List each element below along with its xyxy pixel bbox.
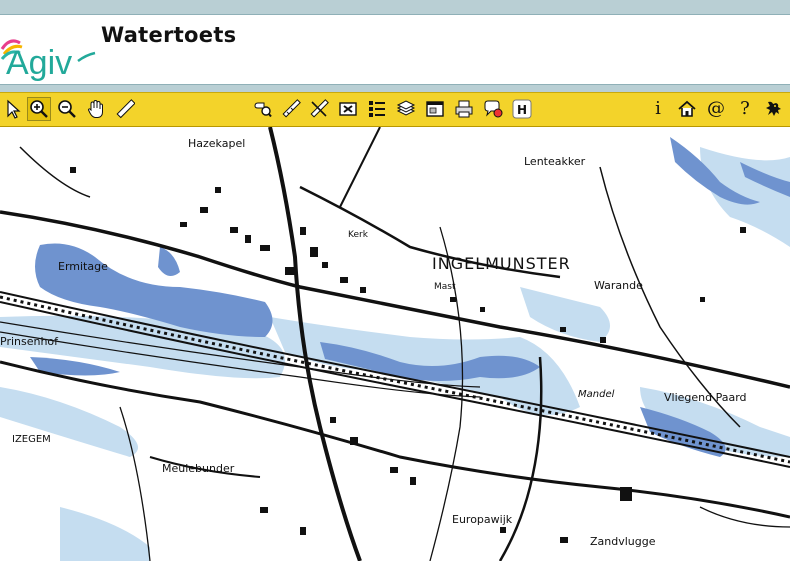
contact-icon[interactable]: @ xyxy=(704,97,728,121)
close-box-icon[interactable] xyxy=(336,97,360,121)
label-warande: Warande xyxy=(594,279,643,292)
app-title: Watertoets xyxy=(101,23,237,47)
label-meulebunder: Meulebunder xyxy=(162,462,235,475)
top-frame-band xyxy=(0,0,790,15)
agiv-logo[interactable]: Agiv xyxy=(0,27,100,87)
pan-hand-icon[interactable] xyxy=(84,97,108,121)
home-icon[interactable] xyxy=(675,97,699,121)
info-glyph: i xyxy=(655,98,661,119)
help-icon[interactable]: ? xyxy=(733,97,757,121)
label-ermitage: Ermitage xyxy=(58,260,108,273)
measure-line-icon[interactable] xyxy=(279,97,303,121)
info-icon[interactable]: i xyxy=(646,97,670,121)
measure-ruler-icon[interactable] xyxy=(113,97,137,121)
label-zandvlugge: Zandvlugge xyxy=(590,535,656,548)
svg-text:H: H xyxy=(517,103,527,117)
zoom-out-icon[interactable] xyxy=(55,97,79,121)
layers-icon[interactable] xyxy=(394,97,418,121)
app-header: Agiv Watertoets xyxy=(0,15,790,84)
label-prinsenhof: Prinsenhof xyxy=(0,335,59,348)
flood-zone-light xyxy=(0,147,790,561)
label-mandel: Mandel xyxy=(578,389,615,400)
contact-glyph: @ xyxy=(707,98,725,119)
label-lenteakker: Lenteakker xyxy=(524,155,586,168)
label-europawijk: Europawijk xyxy=(452,513,513,526)
map-tips-icon[interactable] xyxy=(481,97,505,121)
legend-icon[interactable] xyxy=(365,97,389,121)
label-ingelmunster: INGELMUNSTER xyxy=(432,254,571,273)
h-toggle-icon[interactable]: H xyxy=(510,97,534,121)
label-kerk: Kerk xyxy=(348,230,369,240)
label-hazekapel: Hazekapel xyxy=(188,137,245,150)
help-glyph: ? xyxy=(740,98,750,119)
print-icon[interactable] xyxy=(452,97,476,121)
flemish-lion-icon[interactable] xyxy=(762,97,786,121)
topographic-map-canvas[interactable]: Hazekapel Lenteakker INGELMUNSTER Warand… xyxy=(0,127,790,561)
clear-selection-icon[interactable] xyxy=(307,97,331,121)
map-view[interactable]: Hazekapel Lenteakker INGELMUNSTER Warand… xyxy=(0,127,790,561)
label-izegem: IZEGEM xyxy=(12,434,51,445)
identify-icon[interactable] xyxy=(250,97,274,121)
label-mast: Mast xyxy=(434,282,456,292)
label-vliegend-paard: Vliegend Paard xyxy=(664,391,747,404)
pointer-icon[interactable] xyxy=(2,97,26,121)
svg-text:Agiv: Agiv xyxy=(6,44,72,82)
zoom-in-icon[interactable] xyxy=(27,97,51,121)
overview-window-icon[interactable] xyxy=(423,97,447,121)
map-toolbar: H i @ ? xyxy=(0,92,790,127)
